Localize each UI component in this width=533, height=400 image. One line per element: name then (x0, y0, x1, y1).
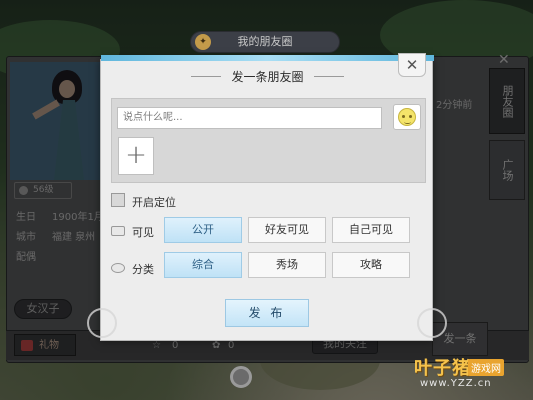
home-button[interactable] (230, 366, 252, 388)
category-label: 分类 (132, 263, 154, 276)
visibility-option-friends[interactable]: 好友可见 (248, 217, 326, 243)
visibility-option-public[interactable]: 公开 (164, 217, 242, 243)
publish-button[interactable]: 发 布 (225, 299, 309, 327)
top-title: 我的朋友圈 (237, 35, 293, 48)
location-checkbox[interactable] (111, 193, 125, 207)
category-option-general[interactable]: 综合 (164, 252, 242, 278)
top-title-tab: ✦ 我的朋友圈 (190, 31, 340, 53)
add-image-button[interactable]: + (118, 137, 154, 175)
emoji-icon (398, 108, 416, 126)
close-icon[interactable]: ✕ (398, 53, 426, 77)
cloud-ornament (417, 308, 447, 338)
category-option-guide[interactable]: 攻略 (332, 252, 410, 278)
post-dialog: 发一条朋友圈 ✕ 说点什么呢... + 开启定位 可见 公开 好友可见 自己可见… (87, 53, 447, 341)
dialog-title: 发一条朋友圈 (231, 70, 304, 84)
category-icon (111, 263, 125, 273)
watermark-tag: 游戏网 (468, 359, 504, 376)
emoji-button[interactable] (393, 104, 421, 130)
watermark-brand: 叶子猪 (414, 358, 471, 379)
cloud-ornament (87, 308, 117, 338)
visibility-option-self[interactable]: 自己可见 (332, 217, 410, 243)
compose-area: 说点什么呢... + (111, 98, 426, 183)
dialog-top-accent (101, 55, 434, 61)
location-label: 开启定位 (132, 196, 176, 209)
text-input[interactable]: 说点什么呢... (117, 107, 382, 129)
category-option-show[interactable]: 秀场 (248, 252, 326, 278)
visibility-icon (111, 226, 125, 236)
visibility-label: 可见 (132, 226, 154, 239)
watermark-url: www.YZZ.cn (420, 378, 492, 389)
badge-icon: ✦ (195, 34, 211, 50)
